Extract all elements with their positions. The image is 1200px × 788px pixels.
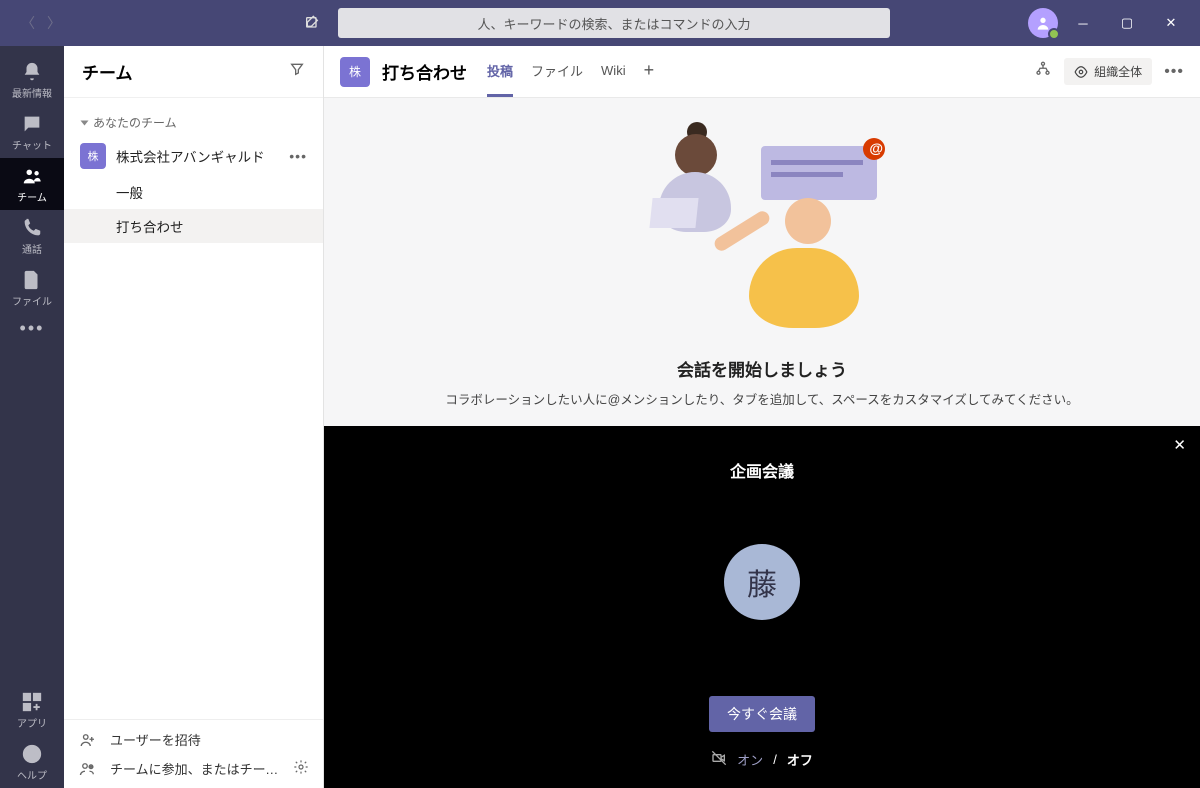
org-wide-label: 組織全体	[1094, 63, 1142, 80]
empty-title: 会話を開始しましょう	[677, 356, 847, 381]
title-bar: 〈 〉 人、キーワードの検索、またはコマンドの入力 ─ ▢ ✕	[0, 0, 1200, 46]
add-tab-button[interactable]: +	[644, 46, 655, 97]
camera-on-option[interactable]: オン	[737, 750, 763, 769]
meet-now-button[interactable]: 今すぐ会議	[709, 696, 815, 732]
camera-sep: /	[773, 752, 777, 767]
rail-teams[interactable]: チーム	[0, 158, 64, 210]
close-button[interactable]: ✕	[1152, 8, 1190, 38]
main-area: 株 打ち合わせ 投稿 ファイル Wiki + 組織全体 •••	[324, 46, 1200, 788]
team-row[interactable]: 株 株式会社アバンギャルド •••	[64, 137, 323, 175]
filter-icon[interactable]	[289, 61, 305, 82]
rail-help[interactable]: ヘルプ	[0, 736, 64, 788]
rail-activity[interactable]: 最新情報	[0, 54, 64, 106]
rail-calls[interactable]: 通話	[0, 210, 64, 262]
channel-general[interactable]: 一般	[64, 175, 323, 209]
invite-icon	[78, 731, 98, 749]
channel-header: 株 打ち合わせ 投稿 ファイル Wiki + 組織全体 •••	[324, 46, 1200, 98]
channel-more-icon[interactable]: •••	[1164, 63, 1184, 81]
rail-label: ファイル	[12, 293, 52, 308]
rail-label: 最新情報	[12, 85, 52, 100]
forward-button[interactable]: 〉	[42, 11, 66, 35]
empty-state: @ 会話を開始しましょう コラボレーションしたい人に@メンションしたり、タブを追…	[324, 98, 1200, 426]
camera-toggle-row: オン / オフ	[711, 750, 813, 769]
meeting-preview-panel: ✕ 企画会議 藤 今すぐ会議 オン / オフ	[324, 426, 1200, 788]
channel-team-badge: 株	[340, 57, 370, 87]
search-input[interactable]: 人、キーワードの検索、またはコマンドの入力	[338, 8, 890, 38]
manage-teams-gear-icon[interactable]	[293, 759, 309, 778]
sidebar-title: チーム	[82, 59, 289, 84]
presence-available-icon	[1048, 28, 1060, 40]
rail-label: アプリ	[17, 715, 47, 730]
invite-users-link[interactable]: ユーザーを招待	[78, 730, 309, 749]
minimize-button[interactable]: ─	[1064, 8, 1102, 38]
team-name: 株式会社アバンギャルド	[116, 146, 279, 166]
channel-title: 打ち合わせ	[382, 59, 467, 84]
rail-files[interactable]: ファイル	[0, 262, 64, 314]
app-rail: 最新情報 チャット チーム 通話 ファイル ••• アプリ ヘルプ	[0, 46, 64, 788]
team-more-icon[interactable]: •••	[289, 148, 307, 164]
rail-label: ヘルプ	[17, 767, 47, 782]
rail-label: チーム	[17, 189, 47, 204]
maximize-button[interactable]: ▢	[1108, 8, 1146, 38]
your-teams-toggle[interactable]: あなたのチーム	[64, 108, 323, 137]
camera-off-option[interactable]: オフ	[787, 750, 813, 769]
rail-apps[interactable]: アプリ	[0, 684, 64, 736]
org-chart-icon[interactable]	[1034, 60, 1052, 83]
compose-icon[interactable]	[298, 9, 326, 37]
join-team-icon	[78, 760, 98, 778]
join-create-team-link[interactable]: チームに参加、またはチームを...	[78, 759, 309, 778]
tab-posts[interactable]: 投稿	[487, 46, 513, 97]
empty-desc: コラボレーションしたい人に@メンションしたり、タブを追加して、スペースをカスタマ…	[445, 389, 1078, 408]
teams-sidebar: チーム あなたのチーム 株 株式会社アバンギャルド ••• 一般 打ち合わせ ユ…	[64, 46, 324, 788]
rail-label: 通話	[22, 241, 42, 256]
rail-label: チャット	[12, 137, 52, 152]
meeting-avatar: 藤	[724, 544, 800, 620]
tab-files[interactable]: ファイル	[531, 46, 583, 97]
back-button[interactable]: 〈	[16, 11, 40, 35]
org-wide-pill[interactable]: 組織全体	[1064, 58, 1152, 85]
channel-meeting[interactable]: 打ち合わせ	[64, 209, 323, 243]
user-avatar[interactable]	[1028, 8, 1058, 38]
join-create-label: チームに参加、またはチームを...	[110, 759, 281, 778]
meeting-close-button[interactable]: ✕	[1173, 436, 1186, 454]
team-badge: 株	[80, 143, 106, 169]
camera-off-icon	[711, 750, 727, 769]
rail-chat[interactable]: チャット	[0, 106, 64, 158]
rail-more-icon[interactable]: •••	[20, 318, 45, 339]
tab-wiki[interactable]: Wiki	[601, 46, 626, 97]
meeting-title: 企画会議	[730, 458, 794, 482]
empty-illustration: @	[647, 128, 877, 328]
invite-label: ユーザーを招待	[110, 730, 309, 749]
